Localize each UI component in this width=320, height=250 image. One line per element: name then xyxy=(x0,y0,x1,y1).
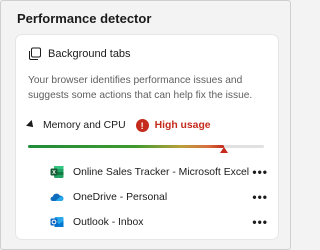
excel-icon: X xyxy=(50,165,64,179)
card-description: Your browser identifies performance issu… xyxy=(28,75,253,101)
more-options-button[interactable]: ••• xyxy=(252,166,268,178)
svg-text:X: X xyxy=(52,170,56,176)
onedrive-icon xyxy=(50,190,64,204)
memory-cpu-row[interactable]: Memory and CPU ! High usage xyxy=(26,119,211,132)
performance-detector-panel: Performance detector Background tabs You… xyxy=(0,0,291,250)
memory-cpu-label: Memory and CPU xyxy=(43,120,126,131)
list-item[interactable]: X Online Sales Tracker - Microsoft Excel… xyxy=(16,161,278,183)
panel-title: Performance detector xyxy=(17,11,152,26)
tab-label: Outlook - Inbox xyxy=(73,216,144,228)
warning-icon: ! xyxy=(135,119,149,132)
tabs-icon xyxy=(28,47,42,61)
outlook-icon xyxy=(50,215,64,229)
card-title: Background tabs xyxy=(48,48,131,60)
list-item[interactable]: Outlook - Inbox ••• xyxy=(16,211,278,233)
more-options-button[interactable]: ••• xyxy=(252,191,268,203)
tab-label: Online Sales Tracker - Microsoft Excel xyxy=(73,166,250,178)
tab-label: OneDrive - Personal xyxy=(73,191,168,203)
usage-meter-fill xyxy=(28,145,224,148)
expand-caret-icon[interactable] xyxy=(26,120,36,130)
card-header: Background tabs xyxy=(28,47,131,61)
background-tabs-card: Background tabs Your browser identifies … xyxy=(16,35,278,239)
usage-meter xyxy=(28,143,264,155)
usage-status: High usage xyxy=(154,120,211,131)
usage-marker-icon xyxy=(219,147,228,153)
list-item[interactable]: OneDrive - Personal ••• xyxy=(16,186,278,208)
more-options-button[interactable]: ••• xyxy=(252,216,268,228)
